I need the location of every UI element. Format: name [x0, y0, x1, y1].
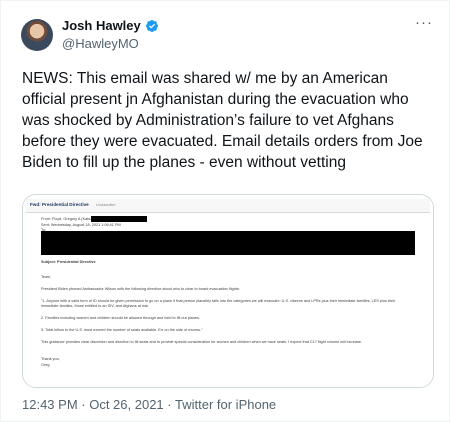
author-handle[interactable]: @HawleyMO [62, 36, 139, 51]
email-signature: Greg [41, 363, 50, 367]
email-paragraph-2: "1. Anyone with a valid form of ID shoul… [41, 299, 396, 309]
meta-separator: · [163, 397, 175, 412]
email-header-bar: Fwd: Presidential Directive Unclassified [26, 199, 430, 213]
author-name[interactable]: Josh Hawley [62, 18, 141, 33]
more-options-icon[interactable]: ··· [415, 14, 433, 31]
author-name-row: Josh Hawley [62, 18, 159, 33]
tweet-media-image[interactable]: Fwd: Presidential Directive Unclassified… [22, 194, 434, 388]
email-paragraph-5: This guidance provides clear discretion … [41, 340, 363, 344]
email-title: Fwd: Presidential Directive [30, 202, 89, 207]
meta-separator: · [77, 397, 90, 412]
tweet-meta: 12:43 PM · Oct 26, 2021 · Twitter for iP… [22, 397, 276, 412]
email-screenshot: Fwd: Presidential Directive Unclassified… [23, 195, 433, 387]
email-sent: Sent: Wednesday, August 18, 2021 1:06:41… [41, 223, 121, 227]
email-subject: Subject: Presidential Directive [41, 260, 96, 264]
email-paragraph-1: President Biden phoned Ambassador Wilson… [41, 287, 240, 291]
email-paragraph-4: 3. Total inflow to the U.S. must exceed … [41, 328, 203, 332]
redaction-bar [91, 216, 147, 222]
email-classification-tag: Unclassified [96, 203, 116, 207]
avatar[interactable] [21, 19, 53, 51]
email-closing: Thank you, [41, 357, 60, 361]
verified-badge-icon [145, 19, 158, 32]
tweet-date[interactable]: Oct 26, 2021 [89, 397, 163, 412]
tweet-source[interactable]: Twitter for iPhone [175, 397, 276, 412]
email-from: From: Floyd, Gregory A (Kabul) [41, 217, 94, 221]
email-salutation: Team, [41, 275, 52, 279]
redaction-block [41, 231, 415, 255]
tweet-time[interactable]: 12:43 PM [22, 397, 78, 412]
tweet-card: Josh Hawley @HawleyMO ··· NEWS: This ema… [0, 0, 450, 422]
tweet-text: NEWS: This email was shared w/ me by an … [22, 70, 423, 171]
email-paragraph-3: 2. Families including women and children… [41, 316, 200, 320]
